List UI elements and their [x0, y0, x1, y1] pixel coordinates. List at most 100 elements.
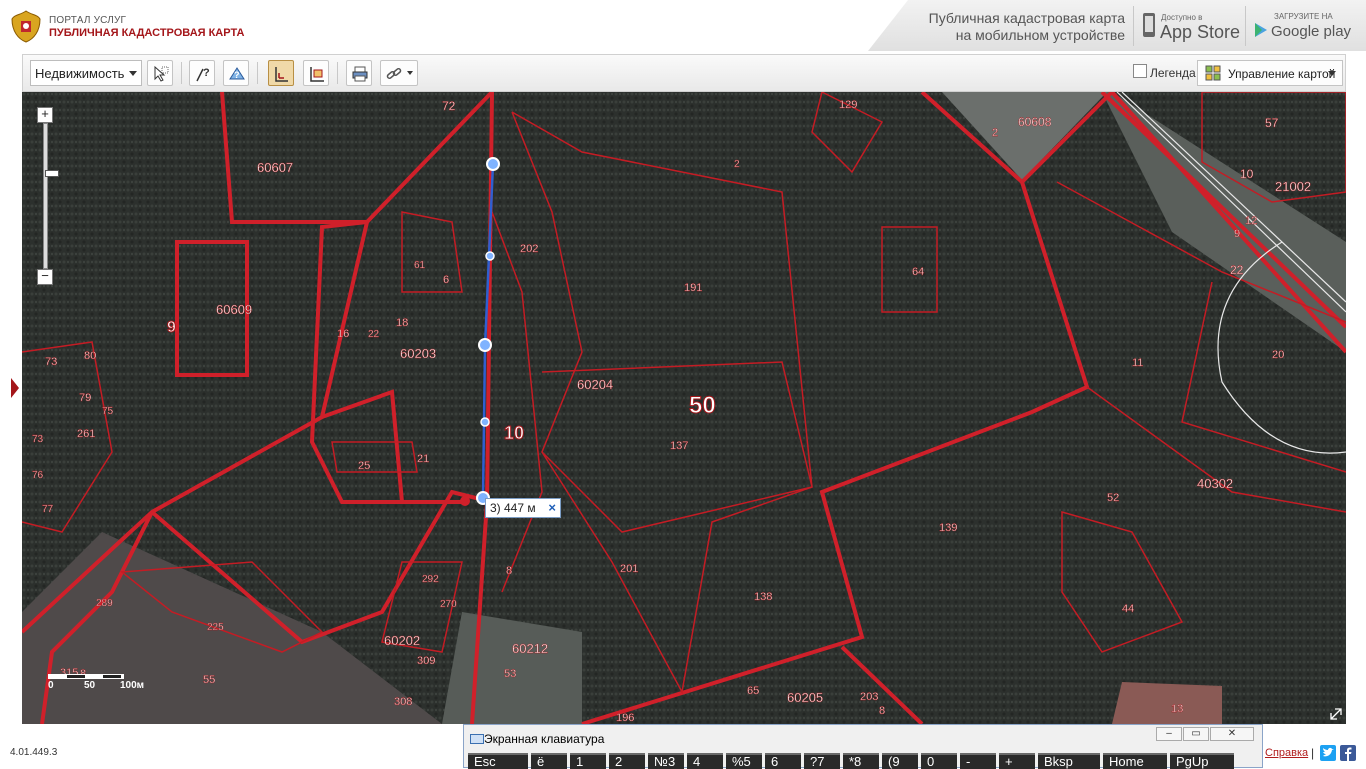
- parcel-number-label[interactable]: 292: [422, 574, 440, 585]
- parcel-number-label[interactable]: 73: [32, 434, 44, 445]
- parcel-number-label[interactable]: 50: [689, 392, 717, 420]
- parcel-number-label[interactable]: 10: [504, 423, 525, 444]
- parcel-number-label[interactable]: 73: [45, 356, 58, 368]
- parcel-number-label[interactable]: 137: [670, 440, 689, 452]
- parcel-number-label[interactable]: 138: [754, 591, 773, 603]
- parcel-number-label[interactable]: 72: [442, 99, 456, 113]
- keyboard-key[interactable]: 2: [609, 753, 645, 769]
- parcel-number-label[interactable]: 25: [358, 460, 371, 472]
- parcel-number-label[interactable]: 80: [84, 350, 97, 362]
- parcel-number-label[interactable]: 76: [32, 470, 44, 481]
- parcel-number-label[interactable]: 60205: [787, 690, 824, 705]
- keyboard-key[interactable]: 1: [570, 753, 606, 769]
- legend-checkbox[interactable]: [1133, 64, 1147, 78]
- parcel-number-label[interactable]: 196: [616, 712, 635, 724]
- parcel-number-label[interactable]: 75: [102, 406, 114, 417]
- keyboard-key[interactable]: *8: [843, 753, 879, 769]
- parcel-number-label[interactable]: 9: [1234, 228, 1241, 240]
- minimize-button[interactable]: –: [1156, 727, 1182, 741]
- parcel-number-label[interactable]: 65: [747, 685, 760, 697]
- parcel-number-label[interactable]: 60202: [384, 633, 421, 648]
- parcel-number-label[interactable]: 55: [203, 674, 216, 686]
- parcel-number-label[interactable]: 12: [1245, 215, 1258, 227]
- keyboard-key[interactable]: ё: [531, 753, 567, 769]
- parcel-number-label[interactable]: 2: [734, 159, 740, 170]
- parcel-number-label[interactable]: 60609: [216, 302, 253, 317]
- parcel-number-label[interactable]: 8: [879, 705, 886, 717]
- parcel-number-label[interactable]: 308: [394, 696, 413, 708]
- twitter-icon[interactable]: [1320, 745, 1336, 761]
- keyboard-key[interactable]: Bksp: [1038, 753, 1100, 769]
- measure-vertex[interactable]: [478, 338, 492, 352]
- portal-title[interactable]: ПУБЛИЧНАЯ КАДАСТРОВАЯ КАРТА: [49, 27, 244, 39]
- keyboard-key[interactable]: Home: [1103, 753, 1167, 769]
- zoom-in-button[interactable]: +: [37, 107, 53, 123]
- measure-midpoint[interactable]: [485, 251, 495, 261]
- area-info-button[interactable]: ?: [223, 60, 249, 86]
- coat-of-arms-logo-icon[interactable]: [10, 9, 42, 43]
- keyboard-key[interactable]: -: [960, 753, 996, 769]
- keyboard-key[interactable]: №3: [648, 753, 684, 769]
- print-button[interactable]: [346, 60, 372, 86]
- parcel-number-label[interactable]: 21: [417, 453, 430, 465]
- parcel-number-label[interactable]: 18: [396, 317, 409, 329]
- link-button[interactable]: [380, 60, 418, 86]
- parcel-number-label[interactable]: 20: [1272, 349, 1285, 361]
- parcel-number-label[interactable]: 22: [368, 329, 380, 340]
- parcel-number-label[interactable]: 201: [620, 563, 639, 575]
- keyboard-key[interactable]: Esc: [468, 753, 528, 769]
- parcel-number-label[interactable]: 79: [79, 392, 92, 404]
- property-type-select[interactable]: Недвижимость: [30, 60, 142, 86]
- parcel-number-label[interactable]: 21002: [1275, 179, 1312, 194]
- parcel-number-label[interactable]: 289: [96, 598, 114, 609]
- parcel-number-label[interactable]: 8: [506, 565, 513, 577]
- parcel-number-label[interactable]: 77: [42, 504, 54, 515]
- keyboard-key[interactable]: 6: [765, 753, 801, 769]
- parcel-number-label[interactable]: 60608: [1018, 115, 1052, 129]
- keyboard-key[interactable]: (9: [882, 753, 918, 769]
- keyboard-key[interactable]: 4: [687, 753, 723, 769]
- parcel-number-label[interactable]: 2: [992, 127, 999, 139]
- restore-button[interactable]: ▭: [1183, 727, 1209, 741]
- keyboard-key[interactable]: 0: [921, 753, 957, 769]
- parcel-number-label[interactable]: 60607: [257, 160, 294, 175]
- parcel-number-label[interactable]: 61: [414, 260, 426, 271]
- parcel-number-label[interactable]: 60212: [512, 641, 549, 656]
- parcel-number-label[interactable]: 40302: [1197, 476, 1234, 491]
- parcel-number-label[interactable]: 44: [1122, 603, 1135, 615]
- parcel-number-label[interactable]: 11: [1132, 357, 1144, 369]
- close-icon[interactable]: ×: [548, 500, 556, 515]
- parcel-number-label[interactable]: 191: [684, 282, 703, 294]
- parcel-number-label[interactable]: 57: [1265, 116, 1279, 130]
- keyboard-key[interactable]: +: [999, 753, 1035, 769]
- keyboard-key[interactable]: %5: [726, 753, 762, 769]
- parcel-number-label[interactable]: 203: [860, 691, 879, 703]
- help-link[interactable]: Справка: [1265, 747, 1308, 759]
- zoom-slider-track[interactable]: [43, 123, 59, 269]
- zoom-slider-handle[interactable]: [45, 170, 59, 177]
- parcel-number-label[interactable]: 16: [337, 328, 350, 340]
- parcel-number-label[interactable]: 202: [520, 243, 539, 255]
- parcel-number-label[interactable]: 9: [167, 319, 177, 337]
- parcel-number-label[interactable]: 22: [1230, 263, 1244, 277]
- parcel-number-label[interactable]: 270: [440, 599, 458, 610]
- facebook-icon[interactable]: [1340, 745, 1356, 761]
- parcel-number-label[interactable]: 309: [417, 655, 436, 667]
- side-panel-toggle-icon[interactable]: [11, 378, 19, 398]
- parcel-number-label[interactable]: 60204: [577, 377, 614, 392]
- parcel-number-label[interactable]: 13: [1171, 703, 1184, 715]
- parcel-number-label[interactable]: 10: [1240, 167, 1254, 181]
- legend-label[interactable]: Легенда: [1150, 66, 1196, 80]
- parcel-number-label[interactable]: 60203: [400, 346, 437, 361]
- zoom-out-button[interactable]: −: [37, 269, 53, 285]
- close-button[interactable]: ✕: [1210, 727, 1254, 741]
- parcel-number-label[interactable]: 6: [443, 274, 450, 286]
- select-tool-button[interactable]: [147, 60, 173, 86]
- measure-distance-button[interactable]: [268, 60, 294, 86]
- parcel-number-label[interactable]: 139: [939, 522, 958, 534]
- parcel-number-label[interactable]: 64: [912, 266, 925, 278]
- measure-area-button[interactable]: [303, 60, 329, 86]
- parcel-number-label[interactable]: 225: [207, 622, 225, 633]
- parcel-number-label[interactable]: 53: [504, 668, 517, 680]
- map-canvas[interactable]: 72 60607 20 21 292 60608 57 10 21002 12 9 22 191 64 2 6…: [22, 92, 1346, 724]
